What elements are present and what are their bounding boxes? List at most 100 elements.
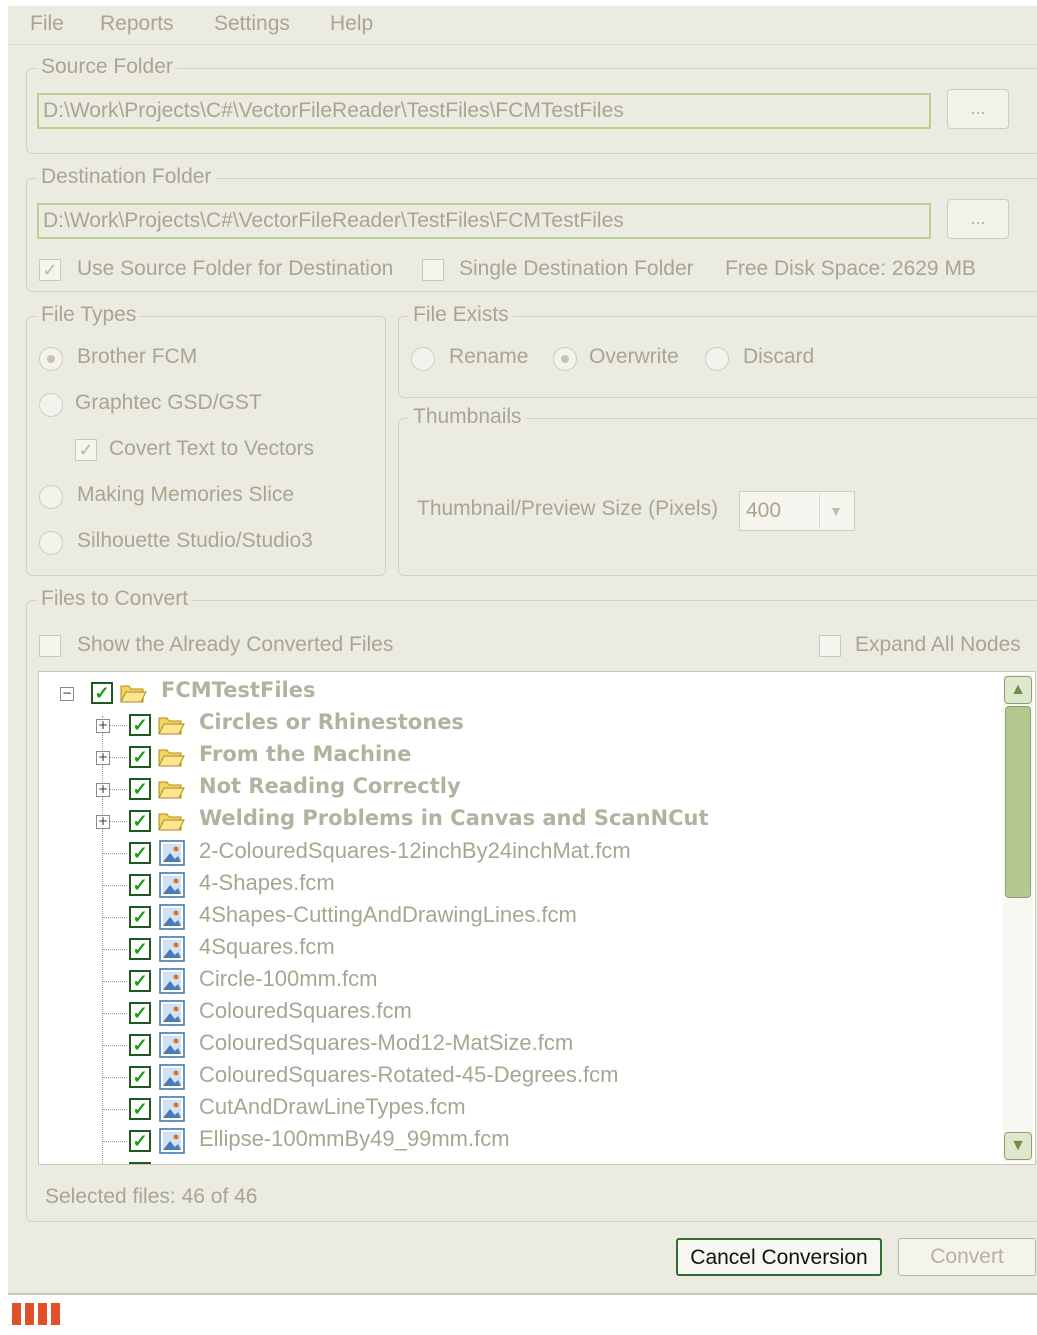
tree-checkbox[interactable]: ✓ [91,682,113,704]
tree-connector [109,821,127,822]
chevron-down-icon[interactable]: ▼ [819,494,852,528]
menu-bar: File Reports Settings Help [8,6,1037,45]
tree-file-label: Ellipse-100mmBy49_99mm.fcm [199,1126,510,1151]
tree-scrollbar[interactable]: ▲ ▼ [1003,674,1033,1162]
tree-file-row[interactable]: ✓ ColouredSquares.fcm [39,998,999,1028]
scroll-thumb[interactable] [1005,706,1031,898]
tree-connector [103,1109,127,1110]
menu-help[interactable]: Help [330,12,373,36]
tree-connector [103,981,127,982]
tree-file-row[interactable]: ✓ 4Squares.fcm [39,934,999,964]
use-source-label: Use Source Folder for Destination [77,257,394,280]
tree-folder-row[interactable]: + ✓ Circles or Rhinestones [39,710,999,740]
tree-file-row[interactable]: ✓ ColouredSquares-Mod12-MatSize.fcm [39,1030,999,1060]
tree-checkbox[interactable]: ✓ [129,1066,151,1088]
folder-open-icon [158,717,185,735]
menu-file[interactable]: File [30,12,64,36]
radio-brother-fcm[interactable] [39,347,63,371]
expand-all-checkbox[interactable] [819,635,841,657]
tree-connector [103,885,127,886]
image-file-icon [159,936,185,962]
image-file-icon [159,1064,185,1090]
destination-folder-group: Destination Folder D:\Work\Projects\C#\V… [26,165,1037,292]
single-destination-checkbox[interactable] [422,259,444,281]
tree-file-row-partial [39,1158,999,1164]
tree-checkbox[interactable]: ✓ [129,1002,151,1024]
radio-rename[interactable] [411,347,435,371]
progress-segment [12,1303,21,1325]
tree-checkbox[interactable]: ✓ [129,778,151,800]
tree-file-label: 4Shapes-CuttingAndDrawingLines.fcm [199,902,577,927]
tree-root-label: FCMTestFiles [161,678,316,702]
tree-file-row[interactable]: ✓ 4-Shapes.fcm [39,870,999,900]
tree-file-row[interactable]: ✓ Circle-100mm.fcm [39,966,999,996]
scroll-up-icon[interactable]: ▲ [1004,676,1032,704]
tree-folder-row[interactable]: + ✓ Not Reading Correctly [39,774,999,804]
label-overwrite: Overwrite [589,345,679,368]
file-exists-legend: File Exists [409,303,513,327]
tree-checkbox[interactable]: ✓ [129,746,151,768]
radio-overwrite[interactable] [553,347,577,371]
tree-file-row[interactable]: ✓ 4Shapes-CuttingAndDrawingLines.fcm [39,902,999,932]
radio-making-memories[interactable] [39,485,63,509]
tree-file-row[interactable]: ✓ Ellipse-100mmBy49_99mm.fcm [39,1126,999,1156]
tree-file-row[interactable]: ✓ CutAndDrawLineTypes.fcm [39,1094,999,1124]
radio-graphtec[interactable] [39,393,63,417]
convert-button[interactable]: Convert [898,1238,1036,1276]
collapse-icon[interactable]: − [60,687,74,701]
tree-row-root[interactable]: − ✓ FCMTestFiles [39,678,999,708]
single-destination-label: Single Destination Folder [459,257,694,280]
tree-checkbox[interactable]: ✓ [129,1130,151,1152]
tree-checkbox[interactable]: ✓ [129,842,151,864]
menu-reports[interactable]: Reports [100,12,174,36]
folder-open-icon [158,749,185,767]
expand-icon[interactable]: + [96,719,110,733]
destination-browse-button[interactable]: ... [947,199,1009,239]
cancel-conversion-button[interactable]: Cancel Conversion [676,1238,882,1276]
file-tree[interactable]: − ✓ FCMTestFiles + ✓ Circles or Rhinesto… [38,671,1036,1165]
tree-connector [103,1013,127,1014]
tree-checkbox[interactable]: ✓ [129,810,151,832]
tree-file-label: Circle-100mm.fcm [199,966,378,991]
tree-checkbox[interactable]: ✓ [129,874,151,896]
image-file-icon [159,840,185,866]
convert-text-checkbox[interactable]: ✓ [75,439,97,461]
tree-folder-row[interactable]: + ✓ Welding Problems in Canvas and ScanN… [39,806,999,836]
tree-checkbox[interactable]: ✓ [129,1034,151,1056]
label-silhouette: Silhouette Studio/Studio3 [77,529,313,552]
source-folder-legend: Source Folder [37,55,177,79]
tree-checkbox[interactable]: ✓ [129,1098,151,1120]
tree-file-row[interactable]: ✓ ColouredSquares-Rotated-45-Degrees.fcm [39,1062,999,1092]
source-browse-button[interactable]: ... [947,89,1009,129]
expand-icon[interactable]: + [96,815,110,829]
use-source-checkbox[interactable]: ✓ [39,259,61,281]
expand-icon[interactable]: + [96,783,110,797]
scroll-down-icon[interactable]: ▼ [1004,1132,1032,1160]
tree-checkbox[interactable] [129,1162,151,1164]
image-file-icon [159,968,185,994]
source-folder-field[interactable]: D:\Work\Projects\C#\VectorFileReader\Tes… [37,93,931,129]
destination-folder-field[interactable]: D:\Work\Projects\C#\VectorFileReader\Tes… [37,203,931,239]
menu-settings[interactable]: Settings [214,12,290,36]
tree-connector [103,1077,127,1078]
radio-silhouette[interactable] [39,531,63,555]
show-converted-checkbox[interactable] [39,635,61,657]
progress-bar [8,1293,1037,1335]
file-types-group: File Types Brother FCM Graphtec GSD/GST … [26,303,386,576]
progress-segment [38,1303,47,1325]
radio-discard[interactable] [705,347,729,371]
destination-folder-legend: Destination Folder [37,165,216,189]
tree-checkbox[interactable]: ✓ [129,906,151,928]
tree-checkbox[interactable]: ✓ [129,970,151,992]
image-file-icon [159,1096,185,1122]
tree-file-row[interactable]: ✓ 2-ColouredSquares-12inchBy24inchMat.fcm [39,838,999,868]
tree-checkbox[interactable]: ✓ [129,938,151,960]
thumbnail-size-select[interactable]: 400 ▼ [739,491,855,531]
thumbnail-size-value: 400 [746,499,782,522]
tree-folder-row[interactable]: + ✓ From the Machine [39,742,999,772]
expand-icon[interactable]: + [96,751,110,765]
label-brother-fcm: Brother FCM [77,345,198,368]
tree-checkbox[interactable]: ✓ [129,714,151,736]
tree-folder-label: Welding Problems in Canvas and ScanNCut [199,806,709,830]
image-file-icon [159,1032,185,1058]
